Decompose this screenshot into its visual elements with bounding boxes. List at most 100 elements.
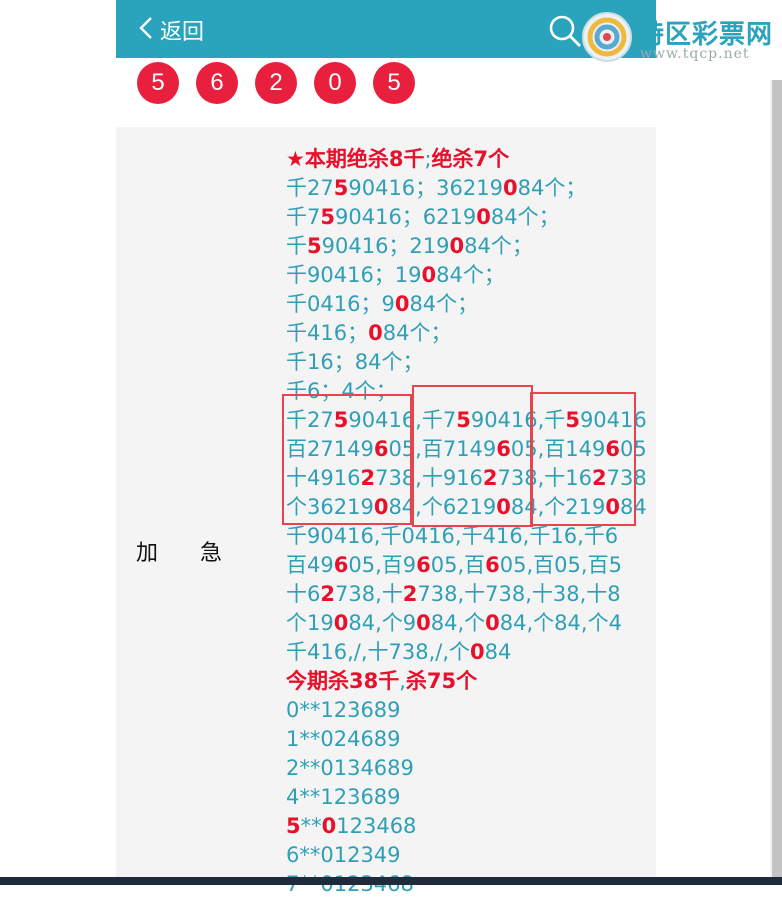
- prediction-line: 十62738,十2738,十738,十38,十8: [286, 580, 646, 609]
- brand-logo-icon: [580, 10, 634, 68]
- prediction-line: 千27590416；36219084个；: [286, 174, 646, 203]
- brand-watermark: 特区彩票网 www.tqcp.net: [580, 6, 780, 68]
- line-text: 千90416,千0416,千416,千16,千6: [286, 524, 619, 548]
- line-text: 123468: [336, 814, 417, 838]
- highlighted-digit: 5: [333, 176, 349, 200]
- prediction-line: 千90416；19084个；: [286, 261, 646, 290]
- line-text: 千416；: [286, 321, 369, 345]
- highlight-box: [412, 385, 533, 527]
- prediction-line: 6**012349: [286, 841, 646, 870]
- line-text: 05,百: [430, 553, 486, 577]
- line-text: 84个；: [436, 263, 505, 287]
- line-text: 84个；: [490, 205, 560, 229]
- prediction-line: 千7590416；6219084个；: [286, 203, 646, 232]
- line-text: 十6: [286, 582, 321, 606]
- result-ball: 0: [314, 62, 356, 104]
- prediction-line: 5**0123468: [286, 812, 646, 841]
- line-text: 千7: [286, 205, 321, 229]
- scrollbar-thumb[interactable]: [772, 80, 782, 880]
- result-ball: 5: [137, 62, 179, 104]
- highlighted-digit: 2: [402, 582, 418, 606]
- result-ball: 5: [373, 62, 415, 104]
- prediction-line: 1**024689: [286, 725, 646, 754]
- line-text: 84个；: [464, 234, 533, 258]
- line-text: 1**024689: [286, 727, 401, 751]
- line-text: 0**123689: [286, 698, 401, 722]
- search-icon[interactable]: [548, 14, 582, 52]
- category-label: 加急: [136, 541, 265, 566]
- prediction-line: 百49605,百9605,百605,百05,百5: [286, 551, 646, 580]
- top-nav-bar: 返回: [116, 0, 656, 58]
- draw-result-balls: 5 6 2 0 5: [137, 62, 432, 104]
- highlighted-digit: 今期杀38千: [286, 669, 400, 693]
- brand-url: www.tqcp.net: [640, 46, 750, 62]
- line-text: 个19: [286, 611, 334, 635]
- line-text: 84个；: [382, 321, 452, 345]
- line-text: 2**0134689: [286, 756, 414, 780]
- highlighted-digit: ★本期绝杀8千: [286, 147, 425, 171]
- line-text: 84: [484, 640, 512, 664]
- line-text: 百49: [286, 553, 334, 577]
- prediction-panel: 加急 ★本期绝杀8千;绝杀7个 千27590416；36219084个； 千7590…: [116, 127, 656, 896]
- prediction-line: 千16；84个；: [286, 348, 646, 377]
- prediction-line: 千416；084个；: [286, 319, 646, 348]
- line-text: 4**123689: [286, 785, 401, 809]
- highlighted-digit: 6: [333, 553, 349, 577]
- highlighted-digit: 0: [449, 234, 465, 258]
- line-text: 千90416；19: [286, 263, 422, 287]
- prediction-line: 2**0134689: [286, 754, 646, 783]
- prediction-line: 今期杀38千,杀75个: [286, 667, 646, 696]
- highlighted-digit: 5: [320, 205, 335, 229]
- highlighted-digit: 0: [485, 611, 500, 635]
- highlighted-digit: 0: [470, 640, 485, 664]
- highlighted-digit: 0: [394, 292, 410, 316]
- line-text: 千27: [286, 176, 334, 200]
- prediction-line: 4**123689: [286, 783, 646, 812]
- back-label: 返回: [160, 20, 205, 45]
- result-ball: 2: [255, 62, 297, 104]
- line-text: 84,个9: [348, 611, 417, 635]
- line-text: 90416；36219: [348, 176, 503, 200]
- highlighted-digit: 0: [416, 611, 431, 635]
- highlighted-digit: 6: [485, 553, 500, 577]
- line-text: **: [300, 814, 322, 838]
- prediction-line: ★本期绝杀8千;绝杀7个: [286, 145, 646, 174]
- line-text: 千: [286, 234, 307, 258]
- line-text: 90416；6219: [335, 205, 477, 229]
- line-text: ;: [424, 147, 432, 171]
- line-text: 738,十: [335, 582, 403, 606]
- highlighted-digit: 0: [502, 176, 518, 200]
- line-text: 84个；: [409, 292, 479, 316]
- highlight-box: [282, 394, 412, 525]
- highlighted-digit: 绝杀7个: [431, 147, 510, 171]
- line-text: 84,个84,个4: [499, 611, 622, 635]
- back-button[interactable]: 返回: [138, 14, 204, 46]
- line-text: 738,十738,十38,十8: [417, 582, 621, 606]
- prediction-line: 千590416；219084个；: [286, 232, 646, 261]
- highlighted-digit: 6: [416, 553, 431, 577]
- highlighted-digit: 0: [368, 321, 383, 345]
- prediction-line: 0**123689: [286, 696, 646, 725]
- line-text: 千0416；9: [286, 292, 395, 316]
- highlighted-digit: 2: [320, 582, 335, 606]
- line-text: ,: [399, 669, 406, 693]
- highlighted-digit: 0: [333, 611, 349, 635]
- highlighted-digit: 5: [307, 234, 322, 258]
- line-text: 05,百9: [348, 553, 417, 577]
- highlighted-digit: 0: [421, 263, 437, 287]
- prediction-line: 个19084,个9084,个084,个84,个4: [286, 609, 646, 638]
- highlighted-digit: 0: [321, 814, 337, 838]
- line-text: 05,百05,百5: [499, 553, 622, 577]
- line-text: 90416；219: [321, 234, 450, 258]
- highlighted-digit: 杀75个: [405, 669, 478, 693]
- taskbar-strip: [0, 877, 782, 885]
- prediction-line: 千416,/,十738,/,个084: [286, 638, 646, 667]
- chevron-left-icon: [138, 15, 154, 45]
- line-text: 84,个: [430, 611, 486, 635]
- line-text: 千416,/,十738,/,个: [286, 640, 471, 664]
- highlight-box: [530, 392, 636, 526]
- line-text: 84个；: [517, 176, 587, 200]
- highlighted-digit: 5: [286, 814, 301, 838]
- prediction-line: 千0416；9084个；: [286, 290, 646, 319]
- result-ball: 6: [196, 62, 238, 104]
